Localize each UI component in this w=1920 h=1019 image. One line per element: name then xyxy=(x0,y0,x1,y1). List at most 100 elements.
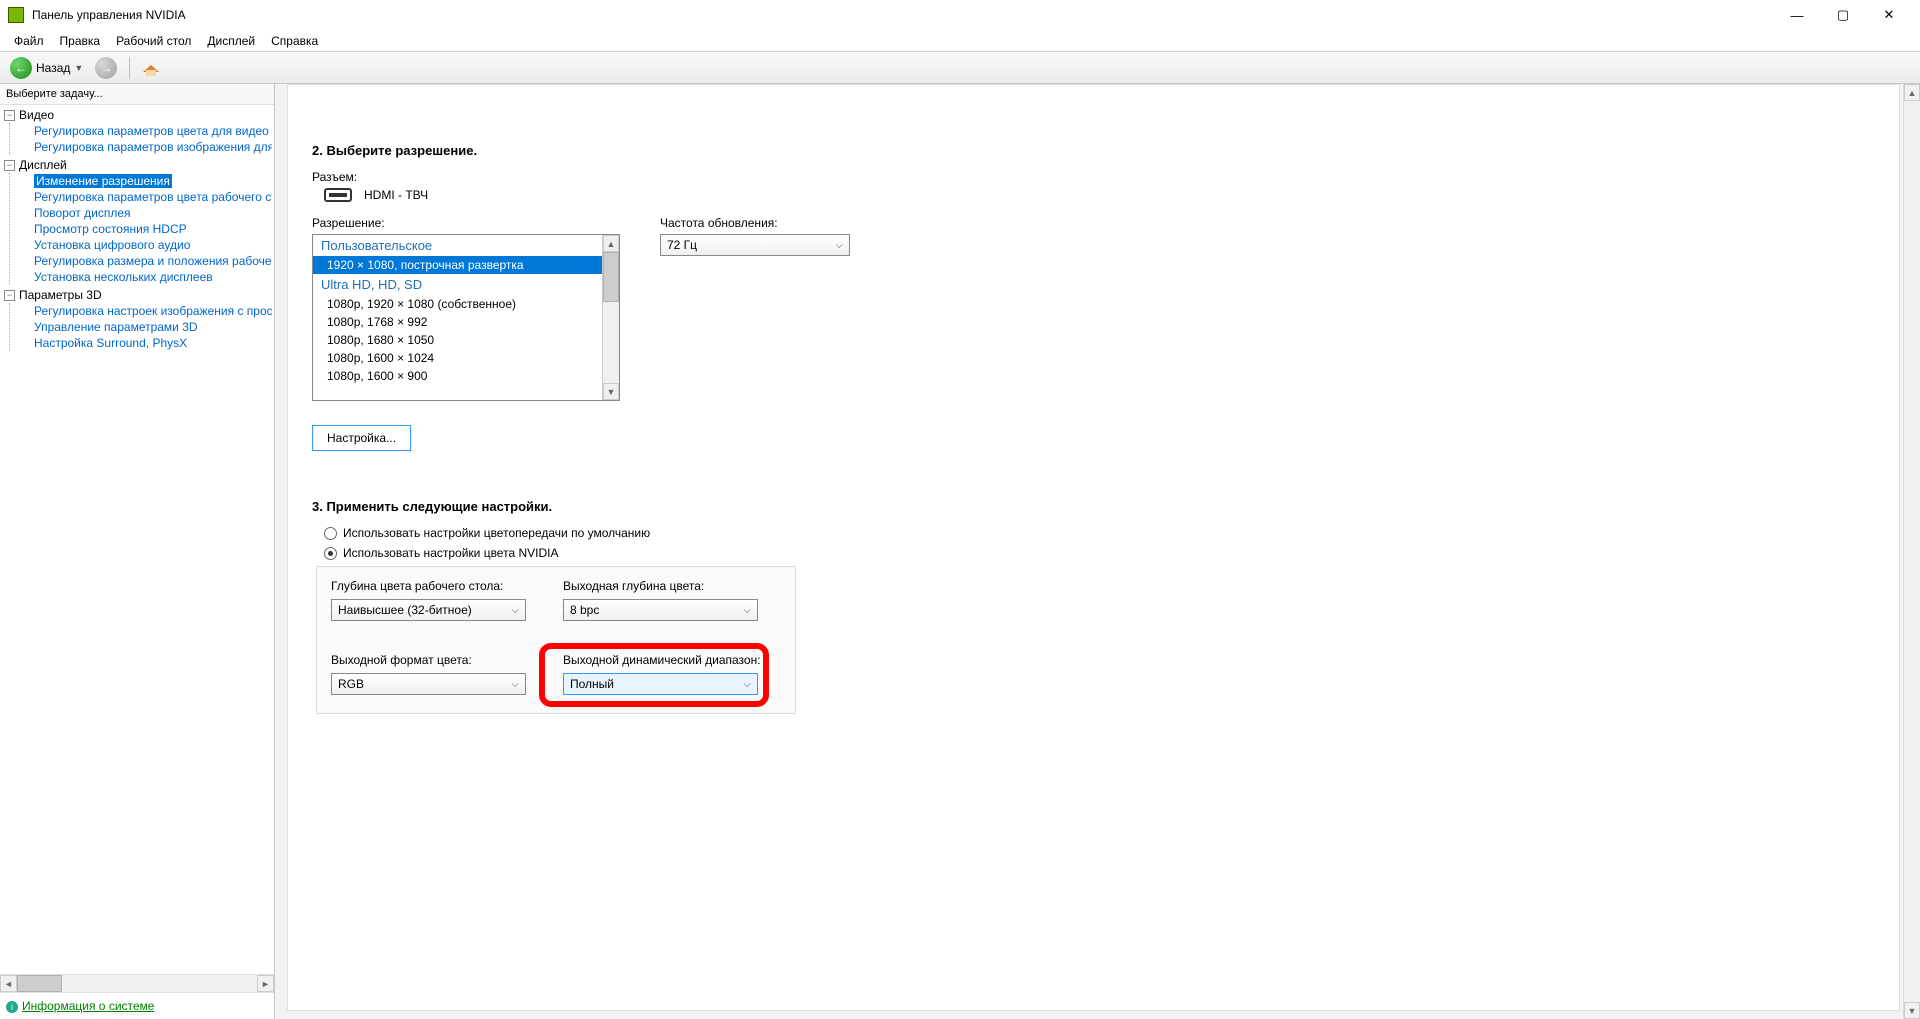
radio-default-label: Использовать настройки цветопередачи по … xyxy=(343,526,650,540)
scroll-down-icon[interactable]: ▼ xyxy=(603,383,619,400)
collapse-icon[interactable]: − xyxy=(4,160,15,171)
output-format-label: Выходной формат цвета: xyxy=(331,653,551,667)
desktop-depth-dropdown[interactable]: Наивысшее (32-битное) ⌵ xyxy=(331,599,526,621)
output-depth-label: Выходная глубина цвета: xyxy=(563,579,773,593)
back-dropdown-icon[interactable]: ▼ xyxy=(74,63,83,73)
tree-group-label: Видео xyxy=(19,108,54,122)
reslist-item[interactable]: 1080p, 1600 × 1024 xyxy=(313,349,602,367)
dynamic-range-label: Выходной динамический диапазон: xyxy=(563,653,773,667)
tree-item[interactable]: Настройка Surround, PhysX xyxy=(32,335,272,351)
section-3-title: 3. Применить следующие настройки. xyxy=(312,499,1875,514)
desktop-depth-value: Наивысшее (32-битное) xyxy=(338,603,472,617)
tree-item[interactable]: Установка нескольких дисплеев xyxy=(32,269,272,285)
scroll-up-icon[interactable]: ▲ xyxy=(1904,84,1920,101)
minimize-button[interactable]: — xyxy=(1774,0,1820,30)
output-format-dropdown[interactable]: RGB ⌵ xyxy=(331,673,526,695)
sidebar-footer: i Информация о системе xyxy=(0,992,274,1019)
maximize-button[interactable]: ▢ xyxy=(1820,0,1866,30)
chevron-down-icon: ⌵ xyxy=(511,605,519,616)
output-depth-value: 8 bpc xyxy=(570,603,599,617)
reslist-item[interactable]: 1080p, 1680 × 1050 xyxy=(313,331,602,349)
content-vertical-scrollbar[interactable]: ▲ ▼ xyxy=(1903,84,1920,1019)
scroll-track[interactable] xyxy=(1904,101,1920,1002)
refresh-rate-value: 72 Гц xyxy=(667,238,697,252)
forward-button[interactable]: → xyxy=(91,55,121,81)
tree-item[interactable]: Регулировка настроек изображения с просм… xyxy=(32,303,272,319)
nvidia-icon xyxy=(8,7,24,23)
tree-item[interactable]: Регулировка параметров цвета рабочего ст… xyxy=(32,189,272,205)
titlebar: Панель управления NVIDIA — ▢ ✕ xyxy=(0,0,1920,30)
scroll-right-icon[interactable]: ► xyxy=(257,975,274,992)
chevron-down-icon: ⌵ xyxy=(743,679,751,690)
forward-icon: → xyxy=(95,57,117,79)
collapse-icon[interactable]: − xyxy=(4,290,15,301)
back-label: Назад xyxy=(36,61,70,75)
dynamic-range-dropdown[interactable]: Полный ⌵ xyxy=(563,673,758,695)
scroll-track[interactable] xyxy=(17,975,257,992)
chevron-down-icon: ⌵ xyxy=(511,679,519,690)
content-panel: 2. Выберите разрешение. Разъем: HDMI - Т… xyxy=(287,84,1900,1011)
chevron-down-icon: ⌵ xyxy=(743,605,751,616)
scroll-thumb[interactable] xyxy=(17,975,62,992)
task-tree: − Видео Регулировка параметров цвета для… xyxy=(0,105,274,974)
radio-icon xyxy=(324,527,337,540)
tree-item[interactable]: Регулировка размера и положения рабочего… xyxy=(32,253,272,269)
reslist-item[interactable]: 1080p, 1920 × 1080 (собственное) xyxy=(313,295,602,313)
refresh-rate-dropdown[interactable]: 72 Гц ⌵ xyxy=(660,234,850,256)
tree-item[interactable]: Управление параметрами 3D xyxy=(32,319,272,335)
tree-item[interactable]: Регулировка параметров цвета для видео xyxy=(32,123,272,139)
dynamic-range-value: Полный xyxy=(570,677,614,691)
radio-nvidia-color[interactable]: Использовать настройки цвета NVIDIA xyxy=(324,546,1875,560)
reslist-item[interactable]: 1920 × 1080, построчная развертка xyxy=(313,256,602,274)
hdmi-icon xyxy=(324,188,352,202)
scroll-thumb[interactable] xyxy=(603,252,619,302)
radio-icon xyxy=(324,547,337,560)
window-title: Панель управления NVIDIA xyxy=(32,8,1774,22)
tree-group-display[interactable]: − Дисплей xyxy=(2,157,272,173)
reslist-scrollbar[interactable]: ▲ ▼ xyxy=(602,235,619,400)
menu-display[interactable]: Дисплей xyxy=(199,32,263,50)
home-button[interactable] xyxy=(138,57,164,79)
radio-nvidia-label: Использовать настройки цвета NVIDIA xyxy=(343,546,558,560)
scroll-left-icon[interactable]: ◄ xyxy=(0,975,17,992)
tree-item[interactable]: Просмотр состояния HDCP xyxy=(32,221,272,237)
menu-help[interactable]: Справка xyxy=(263,32,326,50)
toolbar: ← Назад ▼ → xyxy=(0,52,1920,84)
tree-group-video[interactable]: − Видео xyxy=(2,107,272,123)
back-button[interactable]: ← Назад ▼ xyxy=(6,55,87,81)
desktop-depth-label: Глубина цвета рабочего стола: xyxy=(331,579,551,593)
menu-edit[interactable]: Правка xyxy=(52,32,109,50)
scroll-down-icon[interactable]: ▼ xyxy=(1904,1002,1920,1019)
menu-file[interactable]: Файл xyxy=(6,32,52,50)
scroll-up-icon[interactable]: ▲ xyxy=(603,235,619,252)
menubar: Файл Правка Рабочий стол Дисплей Справка xyxy=(0,30,1920,52)
home-icon xyxy=(142,59,160,77)
tree-group-label: Параметры 3D xyxy=(19,288,102,302)
system-info-link[interactable]: Информация о системе xyxy=(22,999,154,1013)
sidebar-horizontal-scrollbar[interactable]: ◄ ► xyxy=(0,974,274,992)
output-depth-dropdown[interactable]: 8 bpc ⌵ xyxy=(563,599,758,621)
chevron-down-icon: ⌵ xyxy=(835,240,843,251)
customize-button[interactable]: Настройка... xyxy=(312,425,411,451)
info-icon: i xyxy=(6,1001,18,1013)
tree-item[interactable]: Регулировка параметров изображения для в… xyxy=(32,139,272,155)
menu-desktop[interactable]: Рабочий стол xyxy=(108,32,199,50)
tree-group-label: Дисплей xyxy=(19,158,67,172)
collapse-icon[interactable]: − xyxy=(4,110,15,121)
tree-item-change-resolution[interactable]: Изменение разрешения xyxy=(32,173,272,189)
resolution-label: Разрешение: xyxy=(312,216,620,230)
reslist-item[interactable]: 1080p, 1768 × 992 xyxy=(313,313,602,331)
tree-item[interactable]: Поворот дисплея xyxy=(32,205,272,221)
connector-value: HDMI - ТВЧ xyxy=(364,188,428,202)
close-button[interactable]: ✕ xyxy=(1866,0,1912,30)
sidebar-header: Выберите задачу... xyxy=(0,84,274,105)
toolbar-separator xyxy=(129,57,130,79)
tree-group-3d[interactable]: − Параметры 3D xyxy=(2,287,272,303)
radio-default-color[interactable]: Использовать настройки цветопередачи по … xyxy=(324,526,1875,540)
resolution-listbox[interactable]: Пользовательское 1920 × 1080, построчная… xyxy=(312,234,620,401)
reslist-item[interactable]: 1080p, 1600 × 900 xyxy=(313,367,602,385)
reslist-group-hd: Ultra HD, HD, SD xyxy=(313,274,602,295)
refresh-rate-label: Частота обновления: xyxy=(660,216,850,230)
tree-item[interactable]: Установка цифрового аудио xyxy=(32,237,272,253)
output-format-value: RGB xyxy=(338,677,364,691)
